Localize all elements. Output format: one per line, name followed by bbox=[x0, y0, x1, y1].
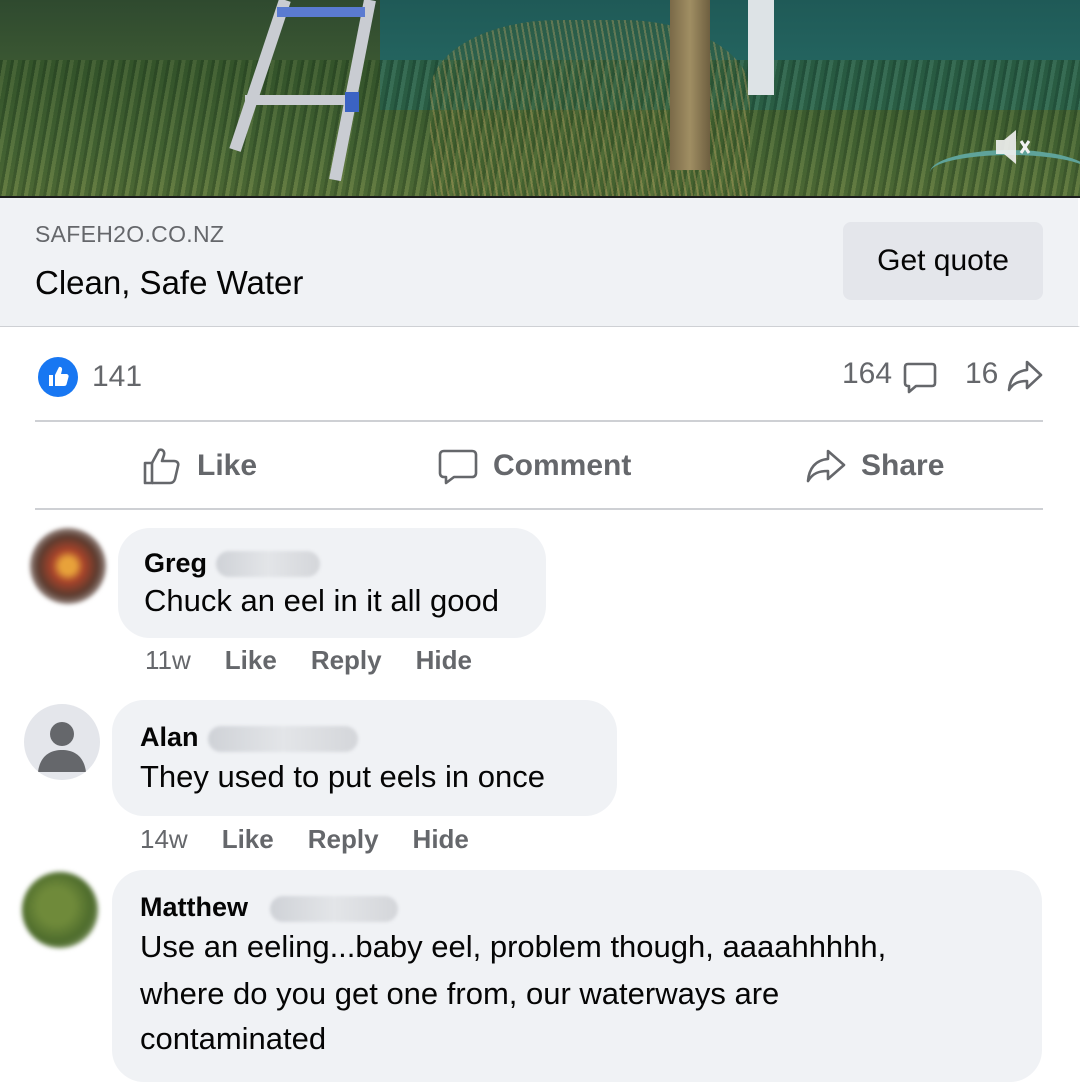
divider bbox=[35, 420, 1043, 422]
comment-author[interactable]: Greg bbox=[144, 548, 207, 579]
avatar[interactable] bbox=[30, 528, 106, 604]
comment-text: Chuck an eel in it all good bbox=[144, 583, 500, 618]
video-post bbox=[670, 0, 710, 170]
share-count-icon bbox=[1007, 360, 1043, 392]
link-headline[interactable]: Clean, Safe Water bbox=[35, 264, 303, 302]
comment-bubble: Alan They used to put eels in once bbox=[112, 700, 617, 816]
video-player[interactable] bbox=[0, 0, 1080, 199]
comment-text: They used to put eels in once bbox=[140, 759, 545, 794]
like-badge-icon[interactable] bbox=[38, 357, 78, 397]
comment-count[interactable]: 164 bbox=[842, 357, 892, 391]
comment-text-line: Use an eeling...baby eel, problem though… bbox=[140, 929, 887, 964]
share-button[interactable]: Share bbox=[805, 424, 944, 508]
comment-reply-link[interactable]: Reply bbox=[311, 645, 382, 676]
comment-like-link[interactable]: Like bbox=[222, 824, 274, 855]
video-pipe bbox=[748, 0, 774, 95]
comment-author[interactable]: Matthew bbox=[140, 892, 248, 923]
comment-author[interactable]: Alan bbox=[140, 722, 199, 753]
share-count[interactable]: 16 bbox=[965, 357, 998, 391]
comment-text-line: contaminated bbox=[140, 1021, 327, 1056]
comment-button[interactable]: Comment bbox=[437, 424, 631, 508]
comment-button-label: Comment bbox=[493, 449, 632, 482]
comment-timestamp[interactable]: 14w bbox=[140, 824, 188, 855]
share-icon bbox=[806, 449, 846, 483]
action-bar: Like Comment Share bbox=[35, 424, 1043, 508]
default-avatar-icon bbox=[38, 722, 86, 772]
link-card[interactable]: SAFEH2O.CO.NZ Clean, Safe Water Get quot… bbox=[0, 198, 1080, 327]
ladder-image bbox=[229, 0, 376, 182]
link-domain: SAFEH2O.CO.NZ bbox=[35, 221, 225, 247]
mute-icon[interactable] bbox=[992, 126, 1032, 168]
comment-count-icon bbox=[903, 362, 937, 394]
like-count[interactable]: 141 bbox=[92, 360, 142, 394]
comment-hide-link[interactable]: Hide bbox=[416, 645, 472, 676]
divider bbox=[35, 508, 1043, 510]
share-button-label: Share bbox=[861, 449, 945, 482]
avatar[interactable] bbox=[22, 872, 98, 948]
comment-meta: 14w Like Reply Hide bbox=[140, 824, 469, 855]
reaction-stats: 141 164 16 bbox=[0, 330, 1080, 420]
redacted-surname bbox=[208, 726, 358, 752]
comment-reply-link[interactable]: Reply bbox=[308, 824, 379, 855]
comment-timestamp[interactable]: 11w bbox=[145, 645, 191, 676]
comment-text-line: where do you get one from, our waterways… bbox=[140, 976, 780, 1011]
comment-bubble: Matthew Use an eeling...baby eel, proble… bbox=[112, 870, 1042, 1082]
comment-bubble: Greg Chuck an eel in it all good bbox=[118, 528, 546, 638]
redacted-surname bbox=[270, 896, 398, 922]
like-button[interactable]: Like bbox=[141, 424, 257, 508]
comment-meta: 11w Like Reply Hide bbox=[145, 645, 472, 676]
comment-hide-link[interactable]: Hide bbox=[413, 824, 469, 855]
like-button-label: Like bbox=[197, 449, 258, 482]
thumbs-up-icon bbox=[143, 448, 180, 485]
comment-like-link[interactable]: Like bbox=[225, 645, 277, 676]
comment-icon bbox=[438, 449, 478, 485]
get-quote-button[interactable]: Get quote bbox=[843, 222, 1043, 300]
avatar[interactable] bbox=[24, 704, 100, 780]
redacted-surname bbox=[216, 551, 320, 577]
